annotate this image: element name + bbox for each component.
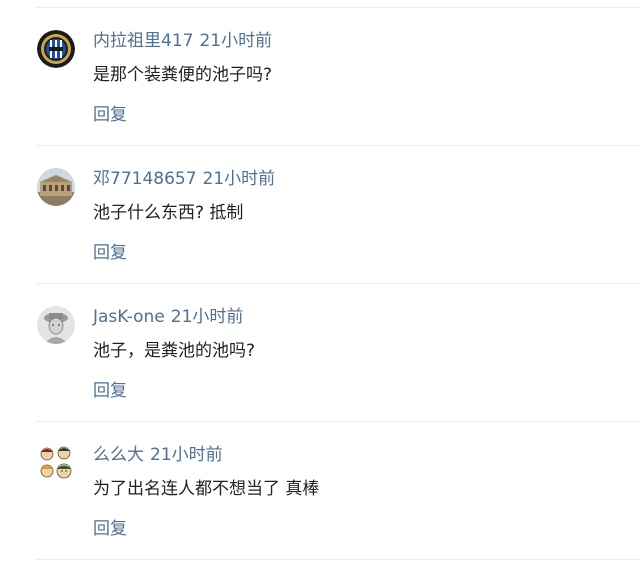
timestamp: 21小时前 [202,169,276,189]
sketch-portrait-icon[interactable] [37,306,75,344]
comment-meta: 么么大 21小时前 [93,443,223,467]
inter-milan-logo-icon[interactable] [37,30,75,68]
comment-meta: 内拉祖里417 21小时前 [93,29,272,53]
reply-button[interactable]: 回复 [93,517,127,541]
timestamp: 21小时前 [150,445,223,465]
username[interactable]: 邓77148657 [93,169,197,189]
comment-meta: JasK-one 21小时前 [93,305,243,329]
comment-text: 是那个装粪便的池子吗? [93,65,273,85]
palace-building-icon[interactable] [37,168,75,206]
cartoon-faces-icon[interactable] [37,444,75,482]
timestamp: 21小时前 [199,31,273,51]
comment-item: JasK-one 21小时前 池子，是粪池的池吗? 回复 [0,284,640,422]
comment-text: 池子，是粪池的池吗? [93,341,256,361]
reply-button[interactable]: 回复 [93,379,127,403]
comment-item: 邓77148657 21小时前 池子什么东西? 抵制 回复 [0,146,640,284]
comment-text: 池子什么东西? 抵制 [93,203,244,223]
comment-divider [36,559,640,560]
username[interactable]: JasK-one [93,307,165,327]
username[interactable]: 么么大 [93,445,144,465]
comment-text: 为了出名连人都不想当了 真棒 [93,479,320,499]
timestamp: 21小时前 [170,307,244,327]
reply-button[interactable]: 回复 [93,241,127,265]
comment-meta: 邓77148657 21小时前 [93,167,275,191]
reply-button[interactable]: 回复 [93,103,127,127]
comment-item: 内拉祖里417 21小时前 是那个装粪便的池子吗? 回复 [0,8,640,146]
username[interactable]: 内拉祖里417 [93,31,193,51]
comment-item: 么么大 21小时前 为了出名连人都不想当了 真棒 回复 [0,422,640,560]
